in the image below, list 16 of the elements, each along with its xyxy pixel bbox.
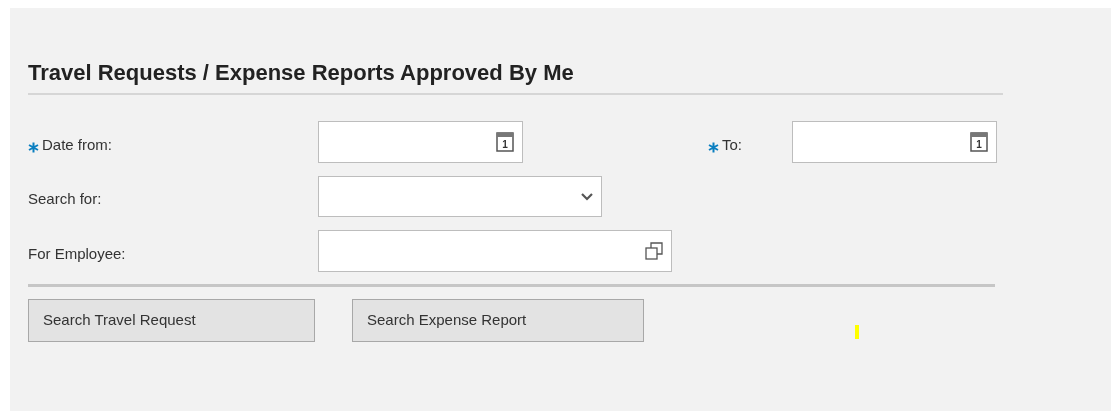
field-label: For Employee: xyxy=(28,243,126,264)
highlight-mark xyxy=(855,325,859,339)
field-label: Search for: xyxy=(28,189,102,210)
value-help-icon[interactable] xyxy=(645,242,663,260)
search-button[interactable]: Search Travel Request xyxy=(28,299,315,342)
page-title: Travel Requests / Expense Reports Approved By Me xyxy=(28,56,1003,95)
input-field[interactable] xyxy=(318,230,672,272)
field-label: Date from: xyxy=(42,134,113,155)
date-field[interactable]: 1 xyxy=(792,121,997,163)
date-field[interactable]: 1 xyxy=(318,121,523,163)
chevron-down-icon[interactable] xyxy=(581,192,593,201)
search-button[interactable]: Search Expense Report xyxy=(352,299,644,342)
field-label: To: xyxy=(722,134,742,155)
calendar-icon[interactable]: 1 xyxy=(496,132,514,152)
calendar-icon[interactable]: 1 xyxy=(970,132,988,152)
dropdown-field[interactable] xyxy=(318,176,602,217)
